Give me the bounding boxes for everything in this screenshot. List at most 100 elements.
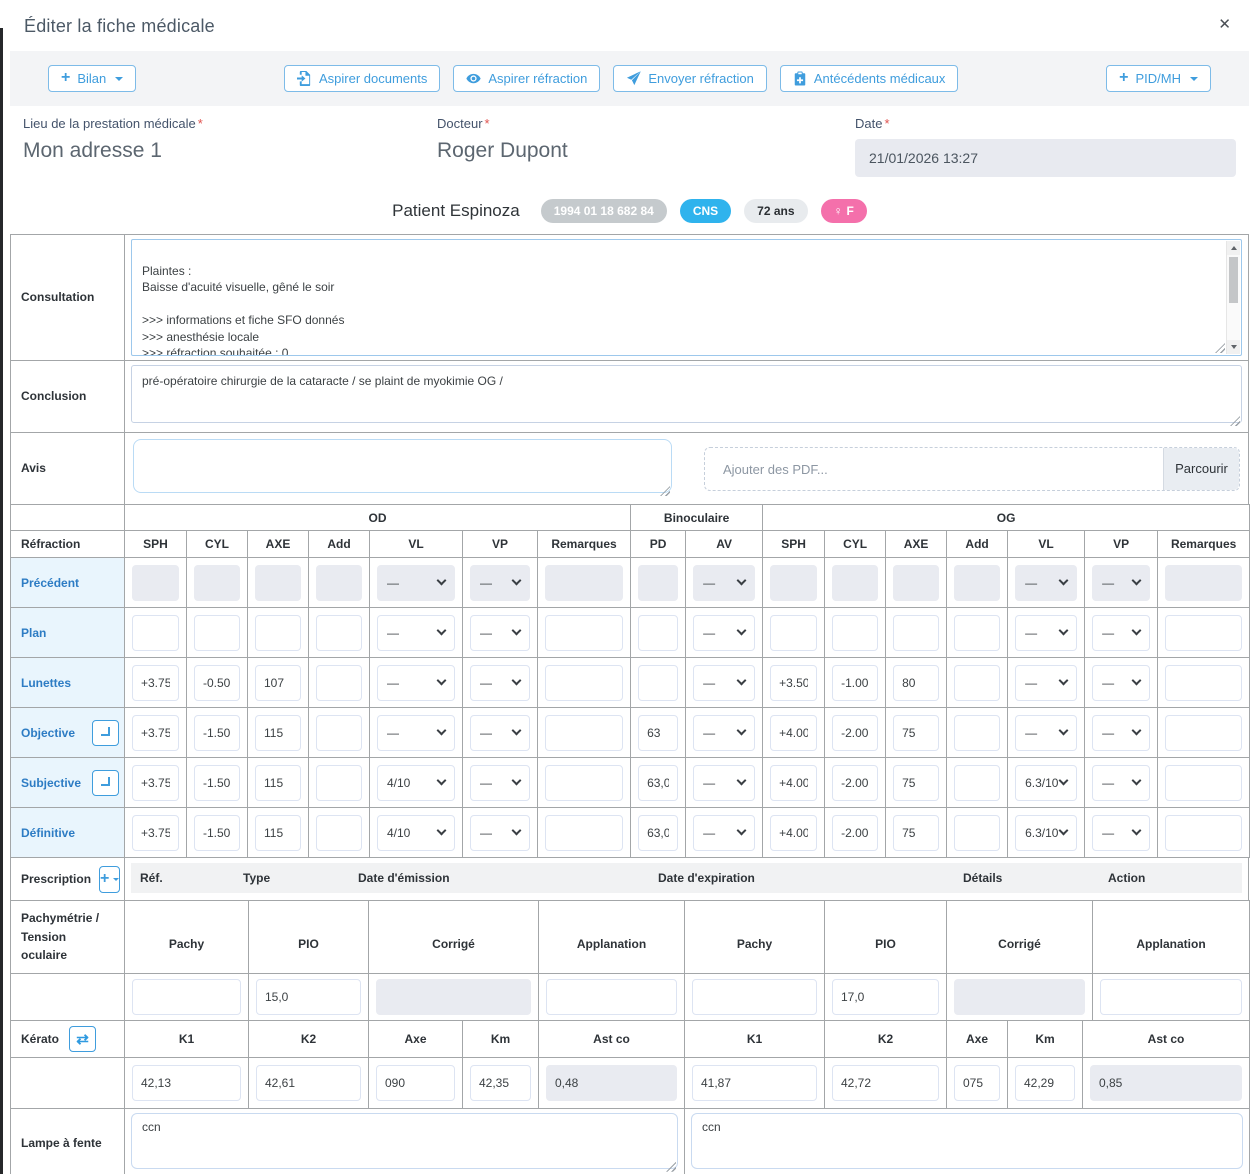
refraction-lunettes-og-cyl-input[interactable] <box>832 665 878 701</box>
refraction-definitive-og-vp-select[interactable]: — <box>1092 815 1150 851</box>
refraction-objective-og-vp-select[interactable]: — <box>1092 715 1150 751</box>
applanation-og-input[interactable] <box>1100 979 1242 1015</box>
refraction-objective-od-vp-select[interactable]: — <box>470 715 530 751</box>
refraction-plan-od-sph-input[interactable] <box>132 615 179 651</box>
refraction-subjective-og-cyl-input[interactable] <box>832 765 878 801</box>
refraction-definitive-od-add-input[interactable] <box>316 815 362 851</box>
refraction-definitive-og-axe-input[interactable] <box>893 815 939 851</box>
refraction-subjective-og-axe-input[interactable] <box>893 765 939 801</box>
pachy-od-input[interactable] <box>132 979 241 1015</box>
refraction-definitive-og-cyl-input[interactable] <box>832 815 878 851</box>
k2-og-input[interactable] <box>832 1065 939 1101</box>
refraction-lunettes-og-axe-input[interactable] <box>893 665 939 701</box>
scrollbar[interactable] <box>1226 241 1240 354</box>
conclusion-textarea[interactable]: pré-opératoire chirurgie de la cataracte… <box>131 365 1242 423</box>
refraction-definitive-od-vl-select[interactable]: 4/10 <box>377 815 455 851</box>
refraction-definitive-od-axe-input[interactable] <box>255 815 301 851</box>
refraction-lunettes-og-vp-select[interactable]: — <box>1092 665 1150 701</box>
refraction-plan-bino-pd-input[interactable] <box>638 615 678 651</box>
refraction-subjective-od-vp-select[interactable]: — <box>470 765 530 801</box>
refraction-definitive-bino-av-select[interactable]: — <box>693 815 755 851</box>
refraction-subjective-od-add-input[interactable] <box>316 765 362 801</box>
k1-od-input[interactable] <box>132 1065 241 1101</box>
date-input[interactable] <box>855 139 1236 177</box>
refraction-subjective-od-axe-input[interactable] <box>255 765 301 801</box>
refraction-definitive-og-add-input[interactable] <box>954 815 1000 851</box>
close-icon[interactable]: ✕ <box>1218 15 1231 33</box>
add-prescription-button[interactable]: + <box>99 866 120 893</box>
axe-og-input[interactable] <box>954 1065 1000 1101</box>
refraction-lunettes-og-rem-input[interactable] <box>1165 665 1242 701</box>
refraction-lunettes-od-add-input[interactable] <box>316 665 362 701</box>
scroll-down-button[interactable] <box>1227 340 1240 354</box>
refraction-lunettes-od-cyl-input[interactable] <box>194 665 240 701</box>
aspirer-refraction-button[interactable]: Aspirer réfraction <box>453 65 600 92</box>
antecedents-medicaux-button[interactable]: Antécédents médicaux <box>780 65 959 92</box>
refraction-definitive-od-vp-select[interactable]: — <box>470 815 530 851</box>
refraction-definitive-bino-pd-input[interactable] <box>638 815 678 851</box>
refraction-lunettes-od-axe-input[interactable] <box>255 665 301 701</box>
refraction-objective-og-rem-input[interactable] <box>1165 715 1242 751</box>
k2-od-input[interactable] <box>256 1065 361 1101</box>
pid-mh-button[interactable]: + PID/MH <box>1106 65 1211 92</box>
refraction-lunettes-od-vp-select[interactable]: — <box>470 665 530 701</box>
refraction-lunettes-od-sph-input[interactable] <box>132 665 179 701</box>
bilan-button[interactable]: + Bilan <box>48 65 136 92</box>
avis-textarea[interactable] <box>133 439 672 493</box>
browse-button[interactable]: Parcourir <box>1163 448 1239 490</box>
refraction-subjective-og-sph-input[interactable] <box>770 765 817 801</box>
axe-od-input[interactable] <box>376 1065 455 1101</box>
km-od-input[interactable] <box>470 1065 531 1101</box>
refraction-subjective-bino-pd-input[interactable] <box>638 765 678 801</box>
applanation-od-input[interactable] <box>546 979 677 1015</box>
refraction-objective-od-add-input[interactable] <box>316 715 362 751</box>
refraction-plan-og-vp-select[interactable]: — <box>1092 615 1150 651</box>
refraction-subjective-od-cyl-input[interactable] <box>194 765 240 801</box>
refraction-subjective-expand-button[interactable] <box>92 770 119 796</box>
refraction-objective-od-axe-input[interactable] <box>255 715 301 751</box>
scrollbar-thumb[interactable] <box>1229 257 1238 303</box>
aspirer-documents-button[interactable]: Aspirer documents <box>284 65 440 92</box>
refraction-objective-od-cyl-input[interactable] <box>194 715 240 751</box>
refraction-subjective-bino-av-select[interactable]: — <box>693 765 755 801</box>
km-og-input[interactable] <box>1015 1065 1075 1101</box>
pio-od-input[interactable] <box>256 979 361 1015</box>
refraction-subjective-og-rem-input[interactable] <box>1165 765 1242 801</box>
refraction-objective-og-cyl-input[interactable] <box>832 715 878 751</box>
refraction-lunettes-og-add-input[interactable] <box>954 665 1000 701</box>
refraction-plan-og-cyl-input[interactable] <box>832 615 878 651</box>
refraction-objective-od-sph-input[interactable] <box>132 715 179 751</box>
refraction-plan-od-vl-select[interactable]: — <box>377 615 455 651</box>
refraction-subjective-og-add-input[interactable] <box>954 765 1000 801</box>
refraction-subjective-od-sph-input[interactable] <box>132 765 179 801</box>
refraction-plan-od-cyl-input[interactable] <box>194 615 240 651</box>
refraction-subjective-og-vl-select[interactable]: 6.3/10 <box>1015 765 1077 801</box>
refraction-plan-og-add-input[interactable] <box>954 615 1000 651</box>
consultation-textarea[interactable]: Plaintes : Baisse d'acuité visuelle, gên… <box>132 240 1225 355</box>
refraction-objective-og-add-input[interactable] <box>954 715 1000 751</box>
refraction-plan-og-sph-input[interactable] <box>770 615 817 651</box>
pachy-og-input[interactable] <box>692 979 817 1015</box>
refraction-lunettes-od-rem-input[interactable] <box>545 665 623 701</box>
refraction-definitive-og-sph-input[interactable] <box>770 815 817 851</box>
refraction-plan-od-axe-input[interactable] <box>255 615 301 651</box>
refraction-objective-bino-av-select[interactable]: — <box>693 715 755 751</box>
refraction-plan-og-vl-select[interactable]: — <box>1015 615 1077 651</box>
refraction-lunettes-od-vl-select[interactable]: — <box>377 665 455 701</box>
refraction-lunettes-og-vl-select[interactable]: — <box>1015 665 1077 701</box>
refraction-plan-og-rem-input[interactable] <box>1165 615 1242 651</box>
refraction-plan-bino-av-select[interactable]: — <box>693 615 755 651</box>
pdf-upload-input[interactable]: Ajouter des PDF... Parcourir <box>704 447 1240 491</box>
refraction-objective-og-vl-select[interactable]: — <box>1015 715 1077 751</box>
refraction-subjective-od-vl-select[interactable]: 4/10 <box>377 765 455 801</box>
refraction-lunettes-bino-av-select[interactable]: — <box>693 665 755 701</box>
refraction-subjective-og-vp-select[interactable]: — <box>1092 765 1150 801</box>
refraction-plan-od-vp-select[interactable]: — <box>470 615 530 651</box>
refraction-definitive-od-cyl-input[interactable] <box>194 815 240 851</box>
refraction-definitive-od-rem-input[interactable] <box>545 815 623 851</box>
lampe-od-textarea[interactable]: ccn <box>131 1113 678 1169</box>
refraction-objective-og-axe-input[interactable] <box>893 715 939 751</box>
refraction-lunettes-bino-pd-input[interactable] <box>638 665 678 701</box>
refraction-subjective-od-rem-input[interactable] <box>545 765 623 801</box>
refraction-plan-od-add-input[interactable] <box>316 615 362 651</box>
